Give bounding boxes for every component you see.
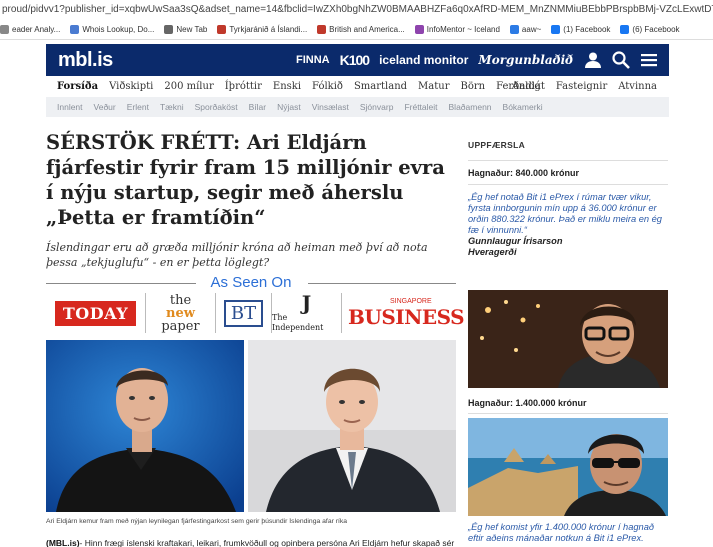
section-nav-item[interactable]: Viðskipti bbox=[109, 81, 153, 92]
partner-morgunbladid[interactable]: Morgunblaðið bbox=[478, 53, 573, 67]
menu-icon[interactable] bbox=[639, 50, 659, 70]
testimonial-place: Hveragerði bbox=[468, 247, 517, 257]
section-nav-item[interactable]: Forsíða bbox=[57, 81, 98, 92]
bookmark-favicon-icon bbox=[70, 25, 80, 34]
bookmark-item[interactable]: Tyrkjaránið á Íslandi... bbox=[217, 25, 307, 34]
sidebar-quote-1: „Ég hef notað Bit i1 ePrex í rúmar tvær … bbox=[468, 192, 662, 257]
article-body: (MBL.is)- Hinn frægi íslenski kraftakari… bbox=[46, 538, 455, 547]
bookmark-label: British and America... bbox=[329, 25, 405, 34]
sidebar-earned-2: Hagnaður: 1.400.000 krónur bbox=[468, 398, 587, 408]
sub-nav-item[interactable]: Nýjast bbox=[277, 102, 301, 112]
sub-nav-item[interactable]: Blaðamenn bbox=[449, 102, 492, 112]
logo-new-paper: the new paper bbox=[146, 293, 216, 333]
bookmark-label: New Tab bbox=[176, 25, 208, 34]
bookmark-item[interactable]: aaw~ bbox=[509, 25, 542, 34]
bookmark-item[interactable]: (1) Facebook bbox=[551, 25, 610, 34]
section-nav-item[interactable]: Matur bbox=[418, 81, 449, 92]
search-icon[interactable] bbox=[611, 50, 631, 70]
sub-nav-item[interactable]: Fréttaleit bbox=[404, 102, 437, 112]
section-nav-item[interactable]: Enski bbox=[273, 81, 301, 92]
bookmark-label: InfoMentor ~ Iceland bbox=[426, 25, 500, 34]
bookmark-item[interactable]: New Tab bbox=[164, 25, 207, 34]
bookmark-label: Tyrkjaránið á Íslandi... bbox=[229, 25, 308, 34]
photo-caption: Ari Eldjárn kemur fram með nýjan leynile… bbox=[46, 518, 348, 525]
sidebar-photo-1 bbox=[468, 290, 668, 388]
bookmark-label: eader Analy... bbox=[12, 25, 61, 34]
sub-nav-item[interactable]: Bílar bbox=[249, 102, 266, 112]
partner-links: FINNA K100 iceland monitor Morgunblaðið bbox=[296, 44, 583, 76]
sub-nav: Innlent Veður Erlent Tækni Sporðaköst Bílar Ný… bbox=[46, 97, 669, 117]
bookmark-favicon-icon bbox=[620, 25, 630, 34]
bit-eprex-link-2[interactable]: Bit i1 ePrex bbox=[594, 533, 642, 543]
sub-nav-item[interactable]: Erlent bbox=[127, 102, 149, 112]
bookmark-item[interactable]: Whois Lookup, Do... bbox=[70, 25, 154, 34]
sidebar-heading: UPPFÆRSLA bbox=[468, 140, 526, 150]
logo-independent: J The Independent bbox=[272, 293, 342, 333]
section-nav-item[interactable]: Börn bbox=[461, 81, 486, 92]
user-icon[interactable] bbox=[583, 50, 603, 70]
bookmark-item[interactable]: British and America... bbox=[317, 25, 405, 34]
bookmark-item[interactable]: (6) Facebook bbox=[620, 25, 680, 34]
partner-k100[interactable]: K100 bbox=[340, 52, 370, 68]
article-lede: Íslendingar eru að græða milljónir króna… bbox=[46, 241, 428, 269]
bookmark-label: (1) Facebook bbox=[563, 25, 611, 34]
bookmark-label: aaw~ bbox=[521, 25, 542, 34]
testimonial-author: Gunnlaugur Írisarson bbox=[468, 236, 563, 246]
section-nav-item[interactable]: Fólkið bbox=[312, 81, 343, 92]
section-nav-item-right[interactable]: Fasteignir bbox=[556, 81, 607, 92]
logo-bt: BT bbox=[216, 293, 272, 333]
bookmark-favicon-icon bbox=[0, 25, 9, 34]
bookmarks-bar: eader Analy... Whois Lookup, Do... New Tab… bbox=[0, 20, 713, 40]
logo-today: TODAY bbox=[46, 293, 146, 333]
partner-iceland-monitor[interactable]: iceland monitor bbox=[379, 53, 468, 67]
as-seen-on-title: As Seen On bbox=[210, 274, 292, 291]
sidebar-earned-1: Hagnaður: 840.000 krónur bbox=[468, 168, 580, 178]
sub-nav-item[interactable]: Bókamerki bbox=[503, 102, 543, 112]
section-nav-item[interactable]: Smartland bbox=[354, 81, 407, 92]
bookmark-item[interactable]: InfoMentor ~ Iceland bbox=[414, 25, 500, 34]
section-nav: Forsíða Viðskipti 200 mílur Íþróttir Enski Fó… bbox=[46, 76, 669, 96]
body-source[interactable]: (MBL.is) bbox=[46, 538, 80, 547]
sub-nav-item[interactable]: Vinsælast bbox=[312, 102, 349, 112]
address-bar[interactable]: proud/pidvv1?publisher_id=xqbwUwSaa3sQ&a… bbox=[0, 0, 713, 20]
bookmark-favicon-icon bbox=[164, 25, 174, 34]
bookmark-label: (6) Facebook bbox=[632, 25, 680, 34]
sub-nav-item[interactable]: Sjónvarp bbox=[360, 102, 394, 112]
section-nav-item[interactable]: 200 mílur bbox=[164, 81, 213, 92]
site-logo[interactable]: mbl.is bbox=[58, 49, 113, 72]
bookmark-favicon-icon bbox=[414, 25, 424, 34]
article-photo-left bbox=[46, 340, 244, 512]
bit-eprex-link[interactable]: Bit i1 ePrex bbox=[526, 192, 574, 202]
section-nav-item-right[interactable]: Atvinna bbox=[618, 81, 657, 92]
bookmark-label: Whois Lookup, Do... bbox=[82, 25, 155, 34]
sidebar-photo-2 bbox=[468, 418, 668, 516]
site-header: mbl.is FINNA K100 iceland monitor Morgun… bbox=[46, 44, 669, 76]
bookmark-favicon-icon bbox=[317, 25, 327, 34]
sub-nav-item[interactable]: Innlent bbox=[57, 102, 83, 112]
article-photo-right bbox=[248, 340, 456, 512]
bookmark-favicon-icon bbox=[509, 25, 519, 34]
bookmark-favicon-icon bbox=[217, 25, 227, 34]
bookmark-item[interactable]: eader Analy... bbox=[0, 25, 60, 34]
bookmark-favicon-icon bbox=[551, 25, 561, 34]
section-nav-item-right[interactable]: Andlát bbox=[512, 81, 545, 92]
sub-nav-item[interactable]: Veður bbox=[94, 102, 116, 112]
sidebar-quote-2: „Ég hef komist yfir 1.400.000 krónur í h… bbox=[468, 522, 655, 543]
article-headline: SÉRSTÖK FRÉTT: Ari Eldjárn fjárfestir fy… bbox=[46, 131, 445, 229]
sub-nav-item[interactable]: Tækni bbox=[160, 102, 184, 112]
sub-nav-item[interactable]: Sporðaköst bbox=[195, 102, 238, 112]
logo-singapore-business: SINGAPORE BUSINESS bbox=[348, 297, 465, 329]
as-seen-on: As Seen On TODAY the new paper BT J The … bbox=[46, 274, 465, 336]
section-nav-item[interactable]: Íþróttir bbox=[225, 81, 262, 92]
partner-finna[interactable]: FINNA bbox=[296, 54, 330, 66]
